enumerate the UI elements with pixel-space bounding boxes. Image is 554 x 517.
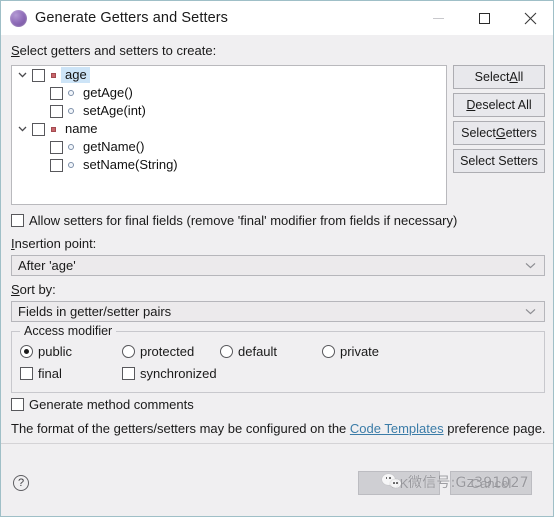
access-modifier-public-radio[interactable] (20, 345, 33, 358)
tree-item-label: setName(String) (83, 157, 178, 172)
tree-row[interactable]: getName() (12, 138, 446, 156)
modifier-final-checkbox-row[interactable]: final (20, 366, 62, 381)
help-glyph: ? (17, 476, 25, 489)
tree-item-label: setAge(int) (83, 103, 146, 118)
tree-row[interactable]: setAge(int) (12, 102, 446, 120)
footnote-suffix: preference page. (443, 421, 546, 436)
tree-twisty-0[interactable] (12, 72, 32, 78)
access-modifier-private-radio[interactable] (322, 345, 335, 358)
cancel-button[interactable]: Cancel (450, 471, 532, 495)
dialog-content: Select getters and setters to create: ag… (1, 35, 553, 516)
close-icon (524, 12, 536, 24)
method-icon (68, 90, 74, 96)
tree-row[interactable]: getAge() (12, 84, 446, 102)
access-modifier-private-label: private (340, 344, 380, 359)
insertion-point-combo[interactable]: After 'age' (11, 255, 545, 276)
deselect-all-button[interactable]: Deselect All (453, 93, 545, 117)
tree-item-type-icon (63, 108, 79, 114)
access-modifier-flags: final synchronized (12, 366, 546, 384)
generate-getters-setters-dialog: Generate Getters and Setters Select gett… (0, 0, 554, 517)
method-icon (68, 144, 74, 150)
maximize-icon (478, 12, 490, 24)
select-all-button[interactable]: Select All (453, 65, 545, 89)
window-title: Generate Getters and Setters (35, 10, 229, 26)
select-getters-button[interactable]: Select Getters (453, 121, 545, 145)
modifier-synchronized-label: synchronized (140, 366, 217, 381)
modifier-final-checkbox[interactable] (20, 367, 33, 380)
tree-item-checkbox[interactable] (50, 158, 63, 172)
tree-twisty-3[interactable] (12, 126, 32, 132)
access-modifier-protected-label: protected (140, 344, 195, 359)
access-modifier-public-radio-row[interactable]: public (20, 344, 72, 359)
code-templates-link[interactable]: Code Templates (350, 421, 444, 436)
eclipse-dialog-icon (10, 9, 27, 27)
tree-item-label: getName() (83, 139, 145, 154)
window-controls (415, 1, 553, 35)
access-modifier-default-radio[interactable] (220, 345, 233, 358)
tree-item-checkbox[interactable] (50, 104, 63, 118)
maximize-button[interactable] (461, 1, 507, 35)
tree-item-label: getAge() (83, 85, 133, 100)
tree-item-label: age (61, 67, 90, 83)
tree-item-type-icon (45, 126, 61, 132)
footnote-prefix: The format of the getters/setters may be… (11, 421, 350, 436)
tree-row[interactable]: age (12, 66, 446, 84)
help-icon[interactable]: ? (13, 475, 29, 491)
tree-item-checkbox[interactable] (32, 68, 45, 82)
access-modifier-radios: public protected default private (12, 344, 546, 362)
tree-item-checkbox[interactable] (32, 122, 45, 136)
minimize-icon (432, 17, 444, 19)
tree-action-buttons: Select All Deselect All Select Getters Sele… (453, 65, 545, 177)
tree-item-checkbox[interactable] (50, 140, 63, 154)
tree-item-type-icon (63, 90, 79, 96)
field-icon (50, 72, 56, 78)
tree-item-checkbox[interactable] (50, 86, 63, 100)
method-icon (68, 108, 74, 114)
allow-final-setters-label: Allow setters for final fields (remove '… (29, 213, 458, 228)
access-modifier-private-radio-row[interactable]: private (322, 344, 379, 359)
sort-by-label: Sort by: (11, 282, 56, 297)
close-button[interactable] (507, 1, 553, 35)
select-setters-button[interactable]: Select Setters (453, 149, 545, 173)
insertion-point-label: Insertion point: (11, 236, 97, 251)
modifier-synchronized-checkbox[interactable] (122, 367, 135, 380)
tree-item-type-icon (63, 162, 79, 168)
tree-section-label: Select getters and setters to create: (11, 43, 217, 58)
access-modifier-title: Access modifier (20, 324, 117, 338)
access-modifier-default-label: default (238, 344, 278, 359)
ok-button[interactable]: OK (358, 471, 440, 495)
generate-method-comments-checkbox[interactable] (11, 398, 24, 411)
access-modifier-protected-radio[interactable] (122, 345, 135, 358)
generate-method-comments-label: Generate method comments (29, 397, 194, 412)
modifier-synchronized-checkbox-row[interactable]: synchronized (122, 366, 217, 381)
allow-final-setters-checkbox-row[interactable]: Allow setters for final fields (remove '… (11, 213, 457, 228)
insertion-point-value: After 'age' (18, 258, 76, 273)
tree-item-type-icon (45, 72, 61, 78)
title-bar: Generate Getters and Setters (1, 1, 553, 35)
access-modifier-default-radio-row[interactable]: default (220, 344, 277, 359)
modifier-final-label: final (38, 366, 62, 381)
sort-by-value: Fields in getter/setter pairs (18, 304, 172, 319)
chevron-down-icon (525, 262, 536, 269)
method-icon (68, 162, 74, 168)
access-modifier-group: Access modifier public protected default pr… (11, 324, 546, 393)
minimize-button[interactable] (415, 1, 461, 35)
access-modifier-protected-radio-row[interactable]: protected (122, 344, 194, 359)
generate-method-comments-checkbox-row[interactable]: Generate method comments (11, 397, 194, 412)
tree-row[interactable]: setName(String) (12, 156, 446, 174)
chevron-down-icon (525, 308, 536, 315)
code-templates-footnote: The format of the getters/setters may be… (11, 421, 546, 436)
field-icon (50, 126, 56, 132)
allow-final-setters-checkbox[interactable] (11, 214, 24, 227)
members-tree[interactable]: age getAge() setAge(int) name getName() setNa… (11, 65, 447, 205)
sort-by-combo[interactable]: Fields in getter/setter pairs (11, 301, 545, 322)
tree-item-type-icon (63, 144, 79, 150)
tree-item-label: name (65, 121, 98, 136)
access-modifier-public-label: public (38, 344, 72, 359)
tree-row[interactable]: name (12, 120, 446, 138)
footer-separator (1, 443, 553, 444)
